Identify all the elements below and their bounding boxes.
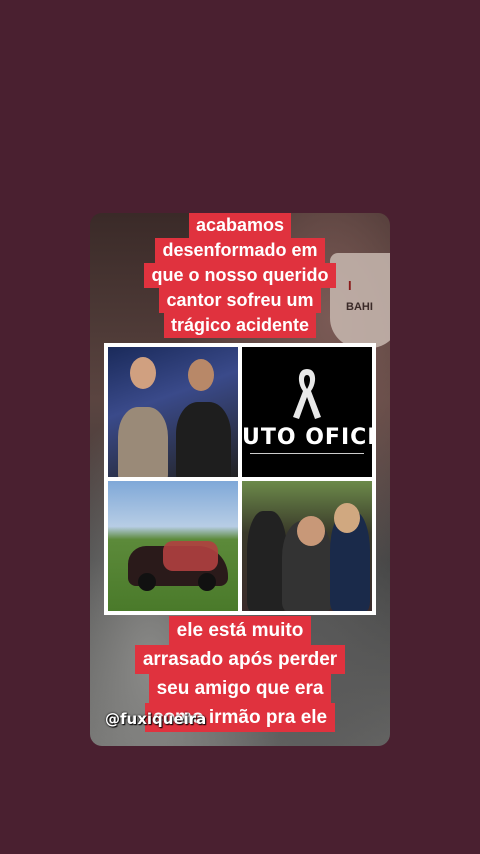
photo-wrecked-car: [108, 481, 238, 611]
caption-bottom-line: ele está muito: [168, 616, 312, 645]
luto-oficial-image: UTO OFICIA: [242, 347, 372, 477]
caption-top-line: acabamos: [188, 213, 292, 238]
story-card: I BAHI acabamos desenformado em que o no…: [90, 213, 390, 746]
caption-bottom-line: seu amigo que era: [148, 674, 332, 703]
caption-top: acabamos desenformado em que o nosso que…: [90, 213, 390, 338]
username-watermark: @fuxiqueira: [105, 710, 207, 728]
photo-singers: [108, 347, 238, 477]
caption-top-line: cantor sofreu um: [159, 288, 321, 313]
divider: [250, 453, 364, 454]
photo-mourners: [242, 481, 372, 611]
caption-top-line: trágico acidente: [163, 313, 317, 338]
caption-top-line: desenformado em: [155, 238, 325, 263]
caption-bottom-line: arrasado após perder: [134, 645, 346, 674]
photo-collage: UTO OFICIA: [104, 343, 376, 615]
ribbon-icon: [293, 369, 321, 419]
luto-oficial-text: UTO OFICIA: [242, 425, 372, 450]
caption-top-line: que o nosso querido: [144, 263, 336, 288]
